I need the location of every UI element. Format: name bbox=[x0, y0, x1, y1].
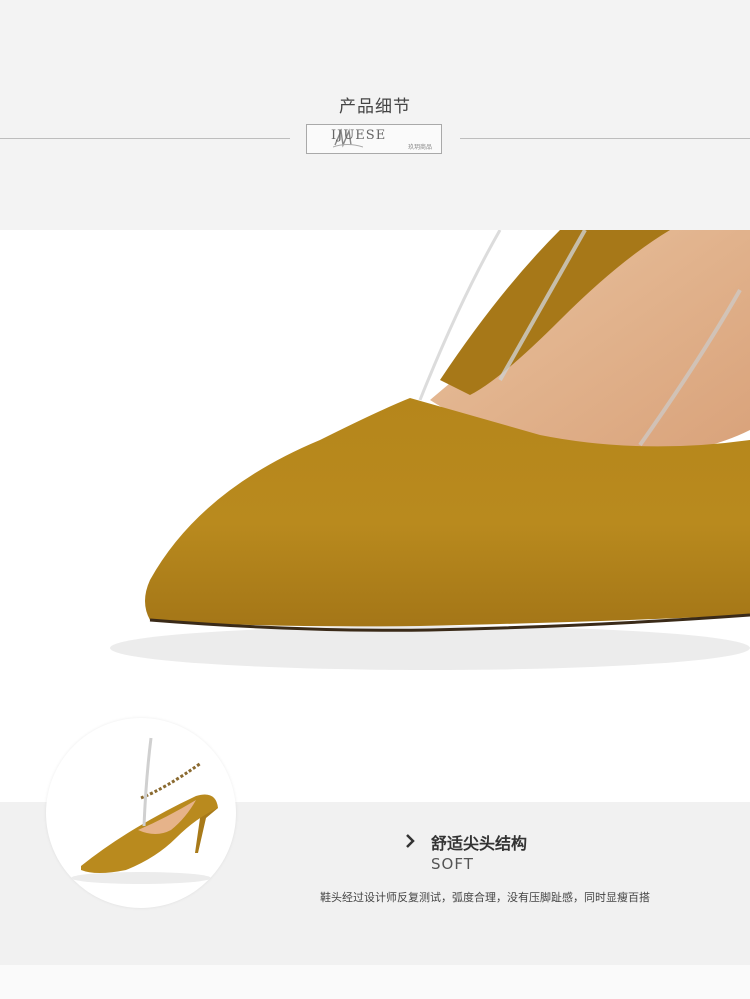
section-title: 产品细节 bbox=[339, 97, 411, 117]
brand-name: IJUESE bbox=[331, 128, 387, 143]
section-header: 产品细节 IJUESE 玖玥商品 bbox=[0, 0, 750, 230]
divider-left bbox=[0, 138, 290, 139]
shoe-thumbnail bbox=[46, 718, 236, 908]
chevron-right-icon bbox=[406, 834, 415, 848]
footer-strip bbox=[0, 965, 750, 999]
feature-subtitle: SOFT bbox=[431, 855, 474, 873]
divider-right bbox=[460, 138, 750, 139]
product-detail-photo bbox=[0, 230, 750, 802]
shoe-thumbnail-image bbox=[71, 737, 218, 884]
shoe-toe-illustration bbox=[110, 230, 750, 670]
feature-description: 鞋头经过设计师反复测试，弧度合理，没有压脚趾感，同时显瘦百搭 bbox=[320, 891, 650, 904]
feature-title: 舒适尖头结构 bbox=[431, 834, 528, 853]
brand-subtitle: 玖玥商品 bbox=[407, 144, 432, 151]
brand-logo: IJUESE 玖玥商品 bbox=[306, 124, 442, 154]
